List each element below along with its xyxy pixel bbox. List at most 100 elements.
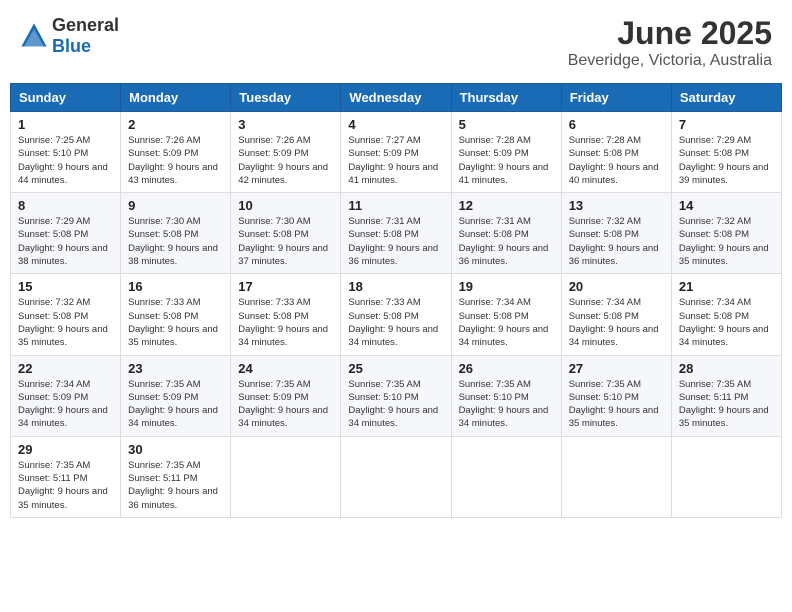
day-cell: 6 Sunrise: 7:28 AM Sunset: 5:08 PM Daylig…: [561, 112, 671, 193]
day-info: Sunrise: 7:27 AM Sunset: 5:09 PM Dayligh…: [348, 134, 443, 187]
day-number: 9: [128, 198, 223, 213]
day-cell: 17 Sunrise: 7:33 AM Sunset: 5:08 PM Dayli…: [231, 274, 341, 355]
day-cell: 28 Sunrise: 7:35 AM Sunset: 5:11 PM Dayli…: [671, 355, 781, 436]
weekday-header-thursday: Thursday: [451, 84, 561, 112]
day-cell: 27 Sunrise: 7:35 AM Sunset: 5:10 PM Dayli…: [561, 355, 671, 436]
day-number: 4: [348, 117, 443, 132]
day-info: Sunrise: 7:33 AM Sunset: 5:08 PM Dayligh…: [238, 296, 333, 349]
day-info: Sunrise: 7:34 AM Sunset: 5:09 PM Dayligh…: [18, 378, 113, 431]
day-number: 1: [18, 117, 113, 132]
weekday-header-wednesday: Wednesday: [341, 84, 451, 112]
day-info: Sunrise: 7:30 AM Sunset: 5:08 PM Dayligh…: [128, 215, 223, 268]
day-number: 6: [569, 117, 664, 132]
day-number: 30: [128, 442, 223, 457]
day-info: Sunrise: 7:35 AM Sunset: 5:11 PM Dayligh…: [18, 459, 113, 512]
day-cell: 29 Sunrise: 7:35 AM Sunset: 5:11 PM Dayli…: [11, 436, 121, 517]
day-number: 21: [679, 279, 774, 294]
day-info: Sunrise: 7:35 AM Sunset: 5:09 PM Dayligh…: [238, 378, 333, 431]
day-info: Sunrise: 7:35 AM Sunset: 5:11 PM Dayligh…: [679, 378, 774, 431]
day-info: Sunrise: 7:31 AM Sunset: 5:08 PM Dayligh…: [459, 215, 554, 268]
day-cell: 24 Sunrise: 7:35 AM Sunset: 5:09 PM Dayli…: [231, 355, 341, 436]
day-number: 29: [18, 442, 113, 457]
day-cell: 13 Sunrise: 7:32 AM Sunset: 5:08 PM Dayli…: [561, 193, 671, 274]
day-number: 24: [238, 361, 333, 376]
day-number: 15: [18, 279, 113, 294]
day-info: Sunrise: 7:32 AM Sunset: 5:08 PM Dayligh…: [569, 215, 664, 268]
day-number: 18: [348, 279, 443, 294]
weekday-header-tuesday: Tuesday: [231, 84, 341, 112]
day-info: Sunrise: 7:33 AM Sunset: 5:08 PM Dayligh…: [128, 296, 223, 349]
day-number: 26: [459, 361, 554, 376]
day-number: 2: [128, 117, 223, 132]
day-number: 12: [459, 198, 554, 213]
day-info: Sunrise: 7:28 AM Sunset: 5:09 PM Dayligh…: [459, 134, 554, 187]
day-cell: [671, 436, 781, 517]
day-cell: 25 Sunrise: 7:35 AM Sunset: 5:10 PM Dayli…: [341, 355, 451, 436]
day-info: Sunrise: 7:25 AM Sunset: 5:10 PM Dayligh…: [18, 134, 113, 187]
logo-blue-text: Blue: [52, 36, 91, 56]
day-cell: 16 Sunrise: 7:33 AM Sunset: 5:08 PM Dayli…: [121, 274, 231, 355]
day-cell: 4 Sunrise: 7:27 AM Sunset: 5:09 PM Daylig…: [341, 112, 451, 193]
day-info: Sunrise: 7:32 AM Sunset: 5:08 PM Dayligh…: [18, 296, 113, 349]
day-cell: 15 Sunrise: 7:32 AM Sunset: 5:08 PM Dayli…: [11, 274, 121, 355]
day-number: 5: [459, 117, 554, 132]
day-info: Sunrise: 7:29 AM Sunset: 5:08 PM Dayligh…: [679, 134, 774, 187]
day-info: Sunrise: 7:35 AM Sunset: 5:09 PM Dayligh…: [128, 378, 223, 431]
weekday-header-saturday: Saturday: [671, 84, 781, 112]
day-number: 7: [679, 117, 774, 132]
day-number: 19: [459, 279, 554, 294]
day-cell: [451, 436, 561, 517]
day-cell: 5 Sunrise: 7:28 AM Sunset: 5:09 PM Daylig…: [451, 112, 561, 193]
day-cell: 2Sunrise: 7:26 AM Sunset: 5:09 PM Daylig…: [121, 112, 231, 193]
day-info: Sunrise: 7:34 AM Sunset: 5:08 PM Dayligh…: [679, 296, 774, 349]
week-row-2: 8Sunrise: 7:29 AM Sunset: 5:08 PM Daylig…: [11, 193, 782, 274]
day-cell: 20 Sunrise: 7:34 AM Sunset: 5:08 PM Dayli…: [561, 274, 671, 355]
week-row-3: 15 Sunrise: 7:32 AM Sunset: 5:08 PM Dayli…: [11, 274, 782, 355]
day-number: 22: [18, 361, 113, 376]
day-number: 27: [569, 361, 664, 376]
calendar-table: SundayMondayTuesdayWednesdayThursdayFrid…: [10, 83, 782, 518]
day-cell: 7 Sunrise: 7:29 AM Sunset: 5:08 PM Daylig…: [671, 112, 781, 193]
day-info: Sunrise: 7:35 AM Sunset: 5:10 PM Dayligh…: [348, 378, 443, 431]
day-info: Sunrise: 7:35 AM Sunset: 5:10 PM Dayligh…: [569, 378, 664, 431]
day-cell: 12 Sunrise: 7:31 AM Sunset: 5:08 PM Dayli…: [451, 193, 561, 274]
day-number: 13: [569, 198, 664, 213]
month-title: June 2025: [568, 15, 772, 52]
day-cell: 9 Sunrise: 7:30 AM Sunset: 5:08 PM Daylig…: [121, 193, 231, 274]
day-number: 17: [238, 279, 333, 294]
day-cell: 18 Sunrise: 7:33 AM Sunset: 5:08 PM Dayli…: [341, 274, 451, 355]
day-number: 20: [569, 279, 664, 294]
day-number: 14: [679, 198, 774, 213]
location-title: Beveridge, Victoria, Australia: [568, 52, 772, 70]
day-info: Sunrise: 7:32 AM Sunset: 5:08 PM Dayligh…: [679, 215, 774, 268]
day-cell: 30 Sunrise: 7:35 AM Sunset: 5:11 PM Dayli…: [121, 436, 231, 517]
weekday-header-sunday: Sunday: [11, 84, 121, 112]
day-cell: 21 Sunrise: 7:34 AM Sunset: 5:08 PM Dayli…: [671, 274, 781, 355]
day-cell: 26 Sunrise: 7:35 AM Sunset: 5:10 PM Dayli…: [451, 355, 561, 436]
day-number: 16: [128, 279, 223, 294]
day-info: Sunrise: 7:33 AM Sunset: 5:08 PM Dayligh…: [348, 296, 443, 349]
day-cell: 8Sunrise: 7:29 AM Sunset: 5:08 PM Daylig…: [11, 193, 121, 274]
day-info: Sunrise: 7:28 AM Sunset: 5:08 PM Dayligh…: [569, 134, 664, 187]
week-row-5: 29 Sunrise: 7:35 AM Sunset: 5:11 PM Dayli…: [11, 436, 782, 517]
day-cell: 1 Sunrise: 7:25 AM Sunset: 5:10 PM Daylig…: [11, 112, 121, 193]
day-number: 3: [238, 117, 333, 132]
day-info: Sunrise: 7:35 AM Sunset: 5:11 PM Dayligh…: [128, 459, 223, 512]
day-info: Sunrise: 7:34 AM Sunset: 5:08 PM Dayligh…: [569, 296, 664, 349]
day-cell: 14 Sunrise: 7:32 AM Sunset: 5:08 PM Dayli…: [671, 193, 781, 274]
week-row-1: 1 Sunrise: 7:25 AM Sunset: 5:10 PM Daylig…: [11, 112, 782, 193]
day-cell: [561, 436, 671, 517]
logo-general-text: General: [52, 15, 119, 35]
day-number: 23: [128, 361, 223, 376]
day-cell: 23 Sunrise: 7:35 AM Sunset: 5:09 PM Dayli…: [121, 355, 231, 436]
day-info: Sunrise: 7:31 AM Sunset: 5:08 PM Dayligh…: [348, 215, 443, 268]
day-cell: 11Sunrise: 7:31 AM Sunset: 5:08 PM Dayli…: [341, 193, 451, 274]
weekday-header-row: SundayMondayTuesdayWednesdayThursdayFrid…: [11, 84, 782, 112]
day-number: 28: [679, 361, 774, 376]
day-cell: 19Sunrise: 7:34 AM Sunset: 5:08 PM Dayli…: [451, 274, 561, 355]
day-number: 25: [348, 361, 443, 376]
day-info: Sunrise: 7:35 AM Sunset: 5:10 PM Dayligh…: [459, 378, 554, 431]
day-cell: [341, 436, 451, 517]
day-cell: 22 Sunrise: 7:34 AM Sunset: 5:09 PM Dayli…: [11, 355, 121, 436]
day-cell: [231, 436, 341, 517]
